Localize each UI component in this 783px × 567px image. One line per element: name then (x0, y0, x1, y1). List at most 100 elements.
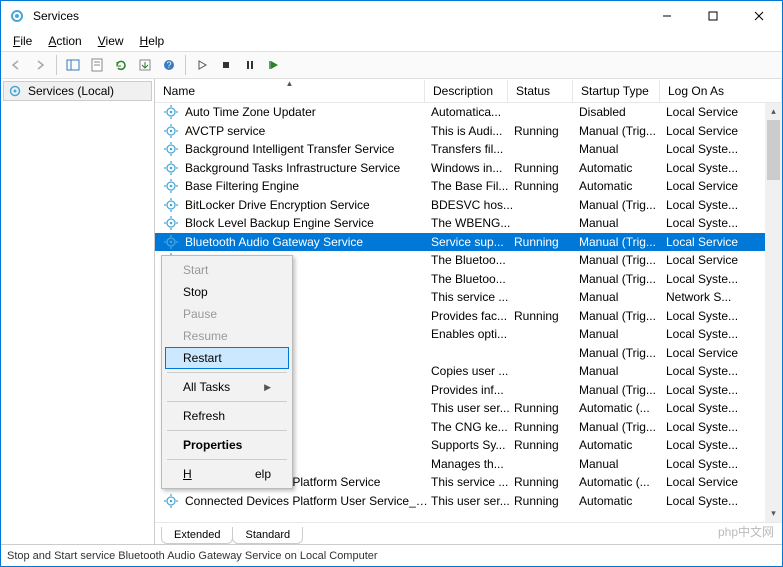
pause-service-button[interactable] (239, 54, 261, 76)
gear-icon (163, 215, 179, 231)
ctx-stop[interactable]: Stop (165, 281, 289, 303)
gear-icon (163, 178, 179, 194)
service-row[interactable]: Background Intelligent Transfer ServiceT… (155, 140, 782, 159)
service-startup: Automatic (579, 161, 666, 175)
scroll-thumb[interactable] (767, 120, 780, 180)
service-status: Running (514, 494, 579, 508)
service-status: Running (514, 420, 579, 434)
service-description: The Base Fil... (431, 179, 514, 193)
column-header-name[interactable]: Name▲ (155, 80, 425, 102)
watermark: php中文网 (718, 523, 774, 540)
service-description: Provides inf... (431, 383, 514, 397)
service-startup: Manual (579, 457, 666, 471)
service-name: Bluetooth Audio Gateway Service (185, 235, 431, 249)
ctx-pause: Pause (165, 303, 289, 325)
restart-service-button[interactable] (263, 54, 285, 76)
service-status: Running (514, 438, 579, 452)
tree-node-services-local[interactable]: Services (Local) (3, 81, 152, 101)
menu-help[interactable]: Help (132, 32, 173, 50)
menu-action[interactable]: Action (40, 32, 89, 50)
gear-icon (163, 141, 179, 157)
service-startup: Manual (Trig... (579, 272, 666, 286)
service-startup: Manual (Trig... (579, 420, 666, 434)
column-header-status[interactable]: Status (508, 80, 573, 102)
scroll-down-button[interactable]: ▾ (765, 505, 782, 522)
service-description: This user ser... (431, 401, 514, 415)
service-status: Running (514, 309, 579, 323)
service-description: The CNG ke... (431, 420, 514, 434)
export-button[interactable] (134, 54, 156, 76)
show-hide-tree-button[interactable] (62, 54, 84, 76)
service-startup: Manual (Trig... (579, 383, 666, 397)
service-startup: Manual (579, 290, 666, 304)
maximize-button[interactable] (690, 1, 736, 31)
service-status: Running (514, 401, 579, 415)
tab-standard[interactable]: Standard (232, 527, 303, 544)
window-title: Services (33, 9, 644, 23)
service-name: Base Filtering Engine (185, 179, 431, 193)
service-description: Provides fac... (431, 309, 514, 323)
service-row[interactable]: BitLocker Drive Encryption ServiceBDESVC… (155, 196, 782, 215)
menubar: File Action View Help (1, 31, 782, 51)
service-startup: Manual (579, 142, 666, 156)
column-header-startup[interactable]: Startup Type (573, 80, 660, 102)
column-header-logon[interactable]: Log On As (660, 80, 782, 102)
service-name: Background Intelligent Transfer Service (185, 142, 431, 156)
service-description: The WBENG... (431, 216, 514, 230)
gear-icon (163, 160, 179, 176)
service-startup: Disabled (579, 105, 666, 119)
refresh-button[interactable] (110, 54, 132, 76)
forward-button[interactable] (29, 54, 51, 76)
menu-view[interactable]: View (90, 32, 132, 50)
properties-button[interactable] (86, 54, 108, 76)
service-row[interactable]: Background Tasks Infrastructure ServiceW… (155, 159, 782, 178)
service-startup: Manual (Trig... (579, 124, 666, 138)
body: Services (Local) Name▲ Description Statu… (1, 79, 782, 544)
ctx-refresh[interactable]: Refresh (165, 405, 289, 427)
ctx-help[interactable]: Help (165, 463, 289, 485)
service-name: Connected Devices Platform User Service_… (185, 494, 431, 508)
service-startup: Manual (579, 327, 666, 341)
service-description: This is Audi... (431, 124, 514, 138)
service-description: Transfers fil... (431, 142, 514, 156)
service-name: Block Level Backup Engine Service (185, 216, 431, 230)
service-row[interactable]: Bluetooth Audio Gateway ServiceService s… (155, 233, 782, 252)
minimize-button[interactable] (644, 1, 690, 31)
service-description: This service ... (431, 475, 514, 489)
sort-ascending-icon: ▲ (286, 79, 294, 88)
stop-service-button[interactable] (215, 54, 237, 76)
service-description: Copies user ... (431, 364, 514, 378)
ctx-restart[interactable]: Restart (165, 347, 289, 369)
start-service-button[interactable] (191, 54, 213, 76)
menu-file[interactable]: File (5, 32, 40, 50)
titlebar: Services (1, 1, 782, 31)
toolbar: ? (1, 51, 782, 79)
help-button[interactable]: ? (158, 54, 180, 76)
service-startup: Automatic (579, 494, 666, 508)
service-row[interactable]: Auto Time Zone UpdaterAutomatica...Disab… (155, 103, 782, 122)
back-button[interactable] (5, 54, 27, 76)
service-row[interactable]: AVCTP serviceThis is Audi...RunningManua… (155, 122, 782, 141)
ctx-all-tasks[interactable]: All Tasks▶ (165, 376, 289, 398)
column-header-description[interactable]: Description (425, 80, 508, 102)
vertical-scrollbar[interactable]: ▴ ▾ (765, 103, 782, 522)
service-status: Running (514, 124, 579, 138)
service-description: Supports Sy... (431, 438, 514, 452)
service-startup: Manual (579, 216, 666, 230)
service-row[interactable]: Block Level Backup Engine ServiceThe WBE… (155, 214, 782, 233)
close-button[interactable] (736, 1, 782, 31)
tab-extended[interactable]: Extended (161, 527, 233, 544)
service-status: Running (514, 161, 579, 175)
service-startup: Manual (Trig... (579, 198, 666, 212)
service-description: This user ser... (431, 494, 514, 508)
gear-icon (163, 104, 179, 120)
service-name: Auto Time Zone Updater (185, 105, 431, 119)
scroll-up-button[interactable]: ▴ (765, 103, 782, 120)
gear-icon (163, 123, 179, 139)
service-description: Manages th... (431, 457, 514, 471)
service-startup: Automatic (579, 179, 666, 193)
service-row[interactable]: Connected Devices Platform User Service_… (155, 492, 782, 511)
ctx-properties[interactable]: Properties (165, 434, 289, 456)
service-row[interactable]: Base Filtering EngineThe Base Fil...Runn… (155, 177, 782, 196)
gear-icon (163, 197, 179, 213)
